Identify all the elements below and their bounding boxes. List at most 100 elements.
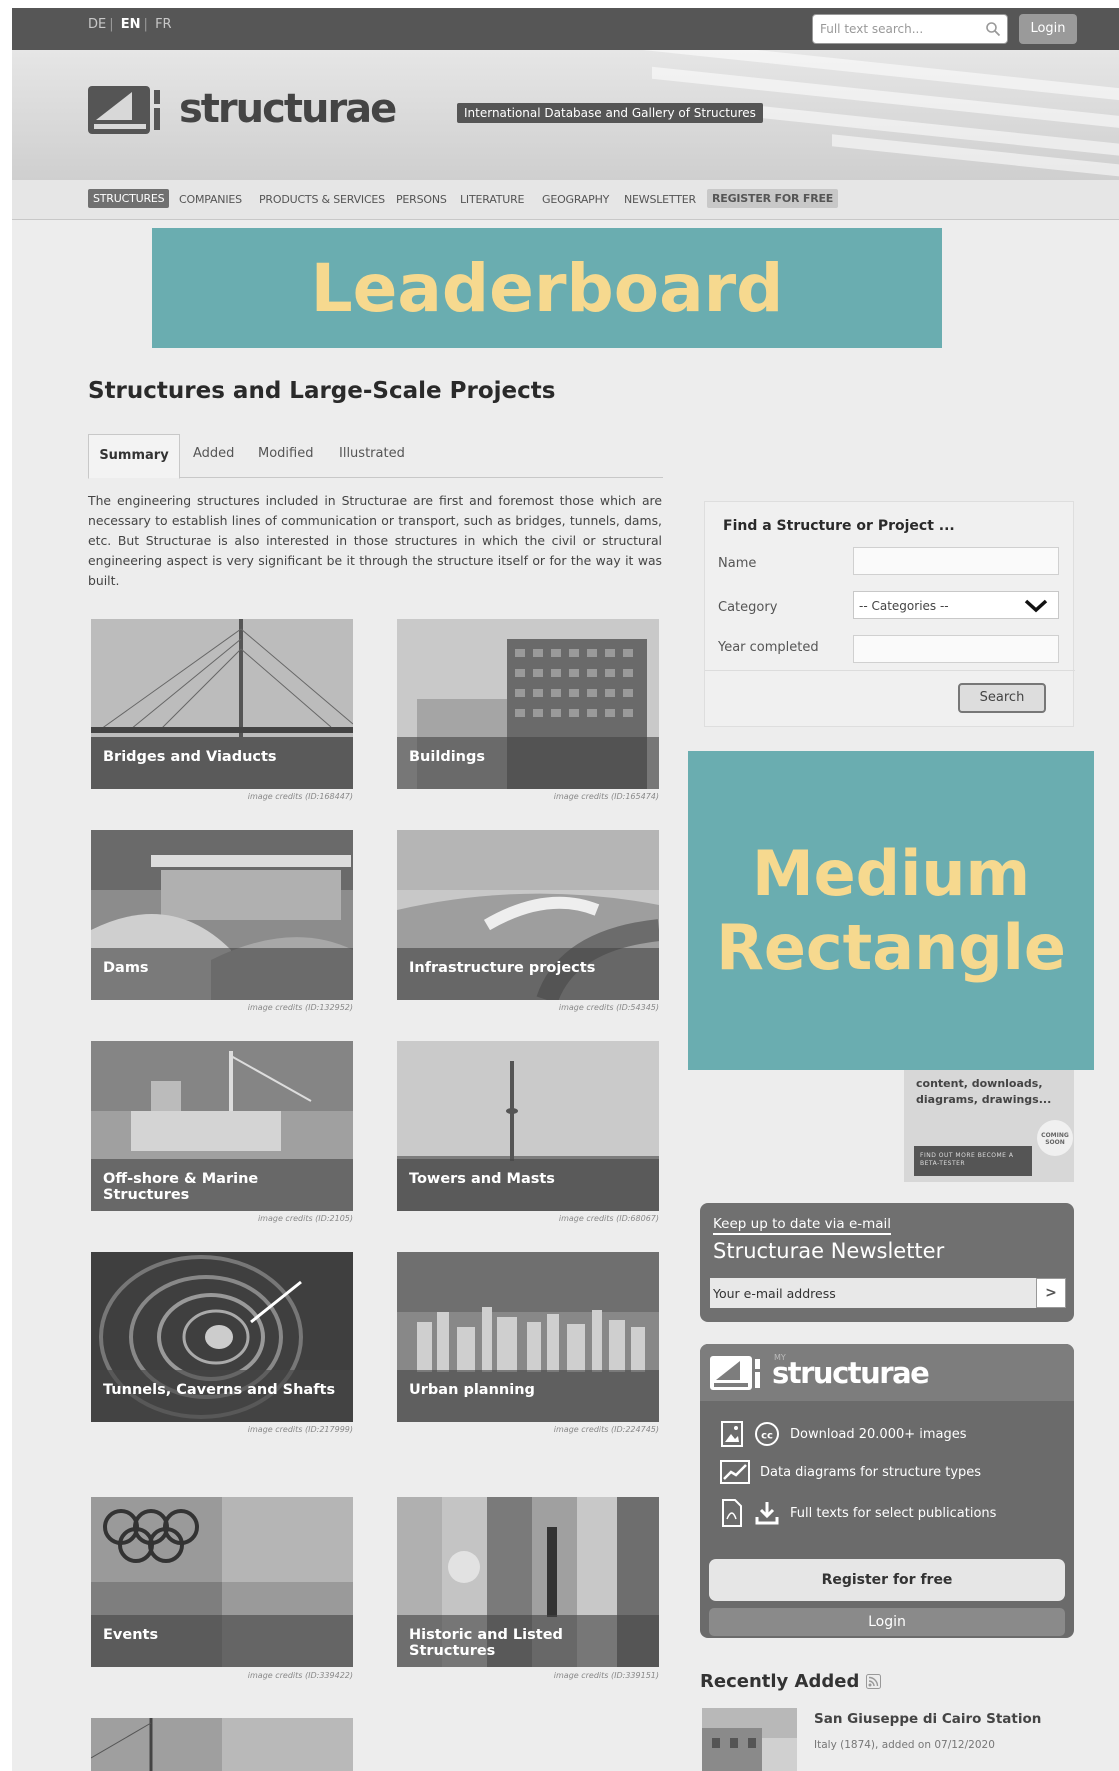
lang-de[interactable]: DE [88, 17, 106, 32]
category-select[interactable]: -- Categories -- [853, 591, 1059, 619]
category-label: Towers and Masts [397, 1159, 659, 1211]
image-credit[interactable]: image credits (ID:68067) [397, 1214, 659, 1223]
nav-register[interactable]: REGISTER FOR FREE [707, 189, 839, 208]
image-credit[interactable]: image credits (ID:168447) [91, 792, 353, 801]
image-credit[interactable]: image credits (ID:339422) [91, 1671, 353, 1680]
rss-icon[interactable] [866, 1674, 882, 1689]
fulltext-search-input[interactable] [813, 15, 973, 43]
newsletter-submit-button[interactable]: > [1036, 1278, 1066, 1308]
tab-summary[interactable]: Summary [88, 434, 180, 479]
nav-structures[interactable]: STRUCTURES [88, 189, 170, 208]
download-icon [755, 1502, 779, 1525]
image-credit[interactable]: image credits (ID:339151) [397, 1671, 659, 1680]
page: DE| EN| FR Login structurae Internationa… [12, 8, 1119, 1771]
search-icon[interactable] [985, 21, 1001, 37]
category-label: Dams [91, 948, 353, 1000]
lang-fr[interactable]: FR [155, 17, 172, 32]
top-bar: DE| EN| FR Login [12, 8, 1119, 50]
my-structurae-box: MY structurae cc Download 20.000+ images… [700, 1344, 1074, 1638]
nav-persons[interactable]: PERSONS [396, 193, 447, 206]
language-switcher: DE | EN | FR [88, 17, 172, 32]
svg-text:cc: cc [761, 1431, 773, 1442]
recently-added-title: Recently Added [700, 1671, 860, 1692]
leaderboard-ad[interactable]: Leaderboard [152, 228, 942, 348]
name-input[interactable] [853, 547, 1059, 575]
category-card-partial[interactable] [91, 1718, 353, 1771]
divider [705, 670, 1075, 671]
tab-illustrated[interactable]: Illustrated [339, 446, 405, 461]
search-button[interactable]: Search [958, 683, 1046, 713]
login-button[interactable]: Login [709, 1608, 1065, 1636]
recent-item-thumbnail[interactable] [702, 1708, 797, 1771]
nav-companies[interactable]: COMPANIES [179, 193, 242, 206]
structurae-logo-text[interactable]: structurae [179, 86, 397, 132]
beta-promo[interactable]: content, downloads, diagrams, drawings..… [904, 1070, 1074, 1182]
feature-download-images: cc Download 20.000+ images [720, 1421, 967, 1447]
category-label: Historic and Listed Structures [397, 1615, 659, 1667]
category-label: Urban planning [397, 1370, 659, 1422]
category-card-tunnels[interactable]: Tunnels, Caverns and Shafts [91, 1252, 353, 1422]
image-credit[interactable]: image credits (ID:165474) [397, 792, 659, 801]
newsletter-kicker: Keep up to date via e-mail [713, 1216, 892, 1235]
nav-products-services[interactable]: PRODUCTS & SERVICES [259, 193, 385, 206]
recently-added-heading: Recently Added [700, 1671, 882, 1692]
coming-soon-badge: COMING SOON [1037, 1120, 1073, 1156]
nav-newsletter[interactable]: NEWSLETTER [624, 193, 696, 206]
image-credit[interactable]: image credits (ID:54345) [397, 1003, 659, 1012]
feature-full-texts: Full texts for select publications [720, 1499, 996, 1527]
image-credit[interactable]: image credits (ID:2105) [91, 1214, 353, 1223]
tab-modified[interactable]: Modified [258, 446, 313, 461]
category-card-bridges[interactable]: Bridges and Viaducts [91, 619, 353, 789]
site-header: structurae International Database and Ga… [12, 50, 1119, 180]
feature-label: Full texts for select publications [790, 1505, 997, 1521]
pdf-icon [722, 1499, 742, 1527]
medium-rectangle-label-line1: Medium [751, 837, 1031, 911]
category-card-historic[interactable]: Historic and Listed Structures [397, 1497, 659, 1667]
structurae-logo-icon[interactable] [88, 86, 174, 134]
recent-item-meta: Italy (1874), added on 07/12/2020 [814, 1739, 995, 1751]
category-card-dams[interactable]: Dams [91, 830, 353, 1000]
leaderboard-ad-label: Leaderboard [310, 249, 784, 327]
category-card-infrastructure[interactable]: Infrastructure projects [397, 830, 659, 1000]
category-card-buildings[interactable]: Buildings [397, 619, 659, 789]
medium-rectangle-label-line2: Rectangle [716, 910, 1066, 984]
structurae-logo-icon [710, 1356, 760, 1390]
register-for-free-button[interactable]: Register for free [709, 1559, 1065, 1601]
finder-title: Find a Structure or Project ... [723, 518, 955, 534]
category-select-value: -- Categories -- [859, 599, 949, 613]
year-input[interactable] [853, 635, 1059, 663]
feature-label: Download 20.000+ images [790, 1426, 967, 1442]
station-photo [702, 1708, 797, 1771]
nav-literature[interactable]: LITERATURE [460, 193, 524, 206]
chevron-down-icon [1024, 599, 1048, 613]
feature-data-diagrams: Data diagrams for structure types [720, 1460, 981, 1484]
page-title: Structures and Large-Scale Projects [88, 378, 556, 404]
structure-finder: Find a Structure or Project ... Name Cat… [704, 501, 1075, 727]
category-card-towers[interactable]: Towers and Masts [397, 1041, 659, 1211]
lang-en[interactable]: EN [121, 17, 141, 32]
image-credit[interactable]: image credits (ID:132952) [91, 1003, 353, 1012]
creative-commons-icon: cc [755, 1422, 779, 1446]
recent-item-name[interactable]: San Giuseppe di Cairo Station [814, 1711, 1041, 1727]
category-label: Bridges and Viaducts [91, 737, 353, 789]
category-card-urban-planning[interactable]: Urban planning [397, 1252, 659, 1422]
category-card-offshore[interactable]: Off-shore & Marine Structures [91, 1041, 353, 1211]
nav-geography[interactable]: GEOGRAPHY [542, 193, 609, 206]
promo-text: content, downloads, diagrams, drawings..… [916, 1077, 1052, 1106]
newsletter-box: Keep up to date via e-mail Structurae Ne… [700, 1203, 1074, 1322]
year-label: Year completed [718, 640, 819, 655]
category-card-events[interactable]: Events [91, 1497, 353, 1667]
login-button[interactable]: Login [1019, 14, 1077, 44]
content-tabs: Summary Added Modified Illustrated [88, 434, 663, 479]
newsletter-title: Structurae Newsletter [713, 1239, 945, 1263]
medium-rectangle-ad[interactable]: Medium Rectangle [688, 751, 1094, 1070]
image-credit[interactable]: image credits (ID:217999) [91, 1425, 353, 1434]
site-tagline: International Database and Gallery of St… [457, 103, 763, 123]
newsletter-email-input[interactable] [710, 1278, 1036, 1308]
tab-added[interactable]: Added [193, 446, 234, 461]
beta-tester-link[interactable]: FIND OUT MORE BECOME A BETA-TESTER [914, 1146, 1032, 1176]
name-label: Name [718, 556, 757, 571]
image-credit[interactable]: image credits (ID:224745) [397, 1425, 659, 1434]
fulltext-search [812, 14, 1008, 44]
my-structurae-header: MY structurae [700, 1344, 1074, 1401]
